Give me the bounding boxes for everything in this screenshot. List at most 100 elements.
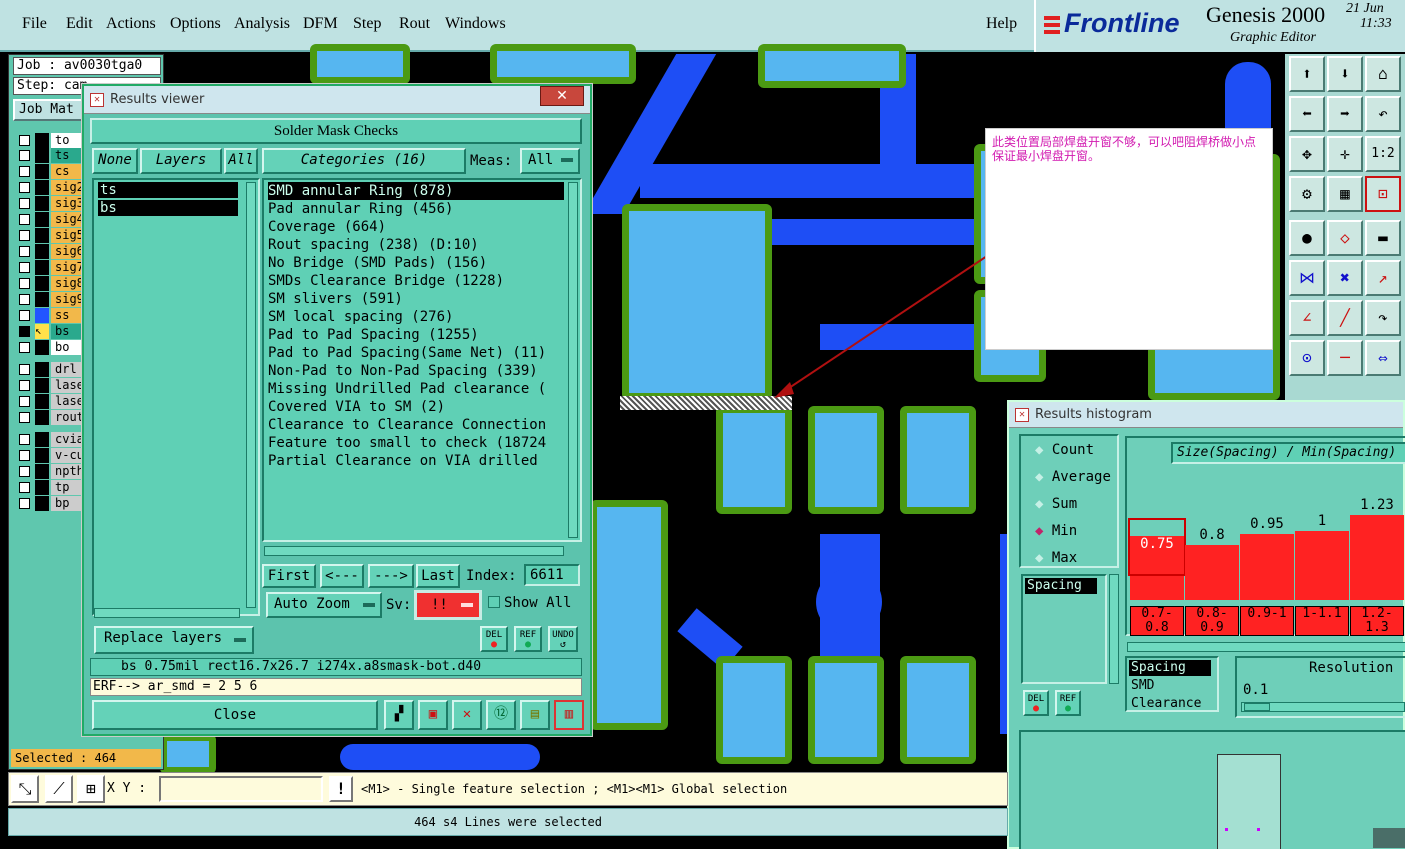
category-item[interactable]: SMDs Clearance Bridge (1228) <box>268 272 564 290</box>
menu-dfm[interactable]: DFM <box>303 15 338 33</box>
layer-checkbox[interactable] <box>19 135 30 146</box>
layer-checkbox[interactable] <box>19 278 30 289</box>
histogram-icon[interactable]: ▥ <box>554 700 584 730</box>
arc-icon[interactable]: ↷ <box>1365 300 1401 336</box>
group-list[interactable]: Spacing SMD Clearance <box>1125 656 1219 712</box>
horizontal-scrollbar[interactable] <box>94 608 240 618</box>
tools-icon[interactable]: ⚙ <box>1289 176 1325 212</box>
layer-checkbox[interactable] <box>19 310 30 321</box>
connect-icon[interactable]: ⋈ <box>1289 260 1325 296</box>
last-button[interactable]: Last <box>416 564 460 588</box>
menu-file[interactable]: File <box>22 15 47 33</box>
zoom-fit-icon[interactable]: ✥ <box>1289 136 1325 172</box>
severity-dropdown[interactable]: !! <box>414 590 482 620</box>
category-item[interactable]: SM local spacing (276) <box>268 308 564 326</box>
preview-area[interactable] <box>1019 730 1405 849</box>
cross-icon[interactable]: ✖ <box>1327 260 1363 296</box>
layer-row[interactable]: rout <box>15 410 91 425</box>
layer-row[interactable]: to <box>15 133 91 148</box>
layers-button[interactable]: Layers <box>140 148 222 174</box>
menu-step[interactable]: Step <box>353 15 381 33</box>
notes-icon[interactable]: ▤ <box>520 700 550 730</box>
undo-zoom-icon[interactable]: ↶ <box>1365 96 1401 132</box>
menu-analysis[interactable]: Analysis <box>234 15 290 33</box>
layer-checkbox[interactable] <box>19 214 30 225</box>
layer-checkbox[interactable] <box>19 396 30 407</box>
index-input[interactable]: 6611 <box>524 564 580 586</box>
layer-row[interactable]: laser <box>15 378 91 393</box>
layer-row[interactable]: ss <box>15 308 91 323</box>
category-item[interactable]: Rout spacing (238) (D:10) <box>268 236 564 254</box>
layer-row[interactable]: sig2 <box>15 180 91 195</box>
categories-button[interactable]: Categories (16) <box>262 148 466 174</box>
rectangle-icon[interactable]: ◇ <box>1327 220 1363 256</box>
measure-tool-icon[interactable]: ⟋ <box>45 775 73 803</box>
meas-dropdown[interactable]: All <box>520 148 580 174</box>
layer-row[interactable]: sig3 <box>15 196 91 211</box>
category-item[interactable]: Coverage (664) <box>268 218 564 236</box>
layer-row[interactable]: drl <box>15 362 91 377</box>
vertical-scrollbar[interactable] <box>568 182 578 538</box>
histogram-bar[interactable] <box>1295 531 1349 600</box>
layer-checkbox[interactable] <box>19 450 30 461</box>
layer-row[interactable]: sig5 <box>15 228 91 243</box>
job-matrix-button[interactable]: Job Mat <box>13 99 93 121</box>
diagonal-icon[interactable]: ╱ <box>1327 300 1363 336</box>
layer-row[interactable]: sig7 <box>15 260 91 275</box>
vertical-scrollbar[interactable] <box>246 182 256 608</box>
all-layers-button[interactable]: All <box>224 148 258 174</box>
layer-checkbox[interactable] <box>19 342 30 353</box>
home-icon[interactable]: ⌂ <box>1365 56 1401 92</box>
ruler-icon[interactable]: ▬ <box>1365 220 1401 256</box>
move-left-icon[interactable]: ⬅ <box>1289 96 1325 132</box>
replace-layers-dropdown[interactable]: Replace layers <box>94 626 254 654</box>
layer-result-item[interactable]: ts <box>98 182 238 198</box>
grid-icon[interactable]: ▦ <box>1327 176 1363 212</box>
close-window-button[interactable]: ✕ <box>540 86 584 106</box>
layer-checkbox[interactable] <box>19 498 30 509</box>
resolution-slider[interactable] <box>1241 702 1405 712</box>
category-item[interactable]: Non-Pad to Non-Pad Spacing (339) <box>268 362 564 380</box>
layer-row[interactable]: ↖ bs <box>15 324 91 339</box>
move-right-icon[interactable]: ➡ <box>1327 96 1363 132</box>
zoom-center-icon[interactable]: ✛ <box>1327 136 1363 172</box>
category-item[interactable]: No Bridge (SMD Pads) (156) <box>268 254 564 272</box>
measure-icon[interactable]: ⇔ <box>1365 340 1401 376</box>
menu-actions[interactable]: Actions <box>106 15 156 33</box>
layer-row[interactable]: npth <box>15 464 91 479</box>
layer-result-item[interactable]: bs <box>98 200 238 216</box>
none-button[interactable]: None <box>92 148 138 174</box>
category-item[interactable]: SMD annular Ring (878) <box>268 182 564 200</box>
layer-row[interactable]: cvia <box>15 432 91 447</box>
zoom-window-icon[interactable]: ⤡ <box>11 775 39 803</box>
layer-checkbox[interactable] <box>19 434 30 445</box>
graphic-view-icon[interactable]: ▞ <box>384 700 414 730</box>
first-button[interactable]: First <box>262 564 316 588</box>
group-item[interactable]: Clearance <box>1131 696 1201 711</box>
menu-options[interactable]: Options <box>170 15 221 33</box>
horizontal-scrollbar[interactable] <box>1127 642 1405 652</box>
category-list[interactable]: SMD annular Ring (878) Pad annular Ring (… <box>262 178 582 542</box>
show-all-checkbox[interactable] <box>488 596 500 608</box>
alert-icon[interactable]: ! <box>329 776 353 802</box>
histogram-bar[interactable] <box>1185 545 1239 600</box>
layer-checkbox[interactable] <box>19 364 30 375</box>
layer-row[interactable]: sig4 <box>15 212 91 227</box>
next-button[interactable]: ---> <box>368 564 414 588</box>
menu-help[interactable]: Help <box>986 15 1017 33</box>
category-item[interactable]: Clearance to Clearance Connection <box>268 416 564 434</box>
category-item[interactable]: Pad annular Ring (456) <box>268 200 564 218</box>
move-down-icon[interactable]: ⬇ <box>1327 56 1363 92</box>
layer-checkbox[interactable] <box>19 482 30 493</box>
horizontal-scrollbar[interactable] <box>264 546 564 556</box>
layer-row[interactable]: sig6 <box>15 244 91 259</box>
monitor-icon[interactable]: ▣ <box>418 700 448 730</box>
category-item[interactable]: Covered VIA to SM (2) <box>268 398 564 416</box>
scale-1-2-icon[interactable]: 1:2 <box>1365 136 1401 172</box>
layer-checkbox[interactable] <box>19 246 30 257</box>
layer-checkbox[interactable] <box>19 412 30 423</box>
layer-result-list[interactable]: ts bs <box>92 178 260 616</box>
menu-rout[interactable]: Rout <box>399 15 430 33</box>
horizontal-line-icon[interactable]: ─ <box>1327 340 1363 376</box>
angle-icon[interactable]: ∠ <box>1289 300 1325 336</box>
